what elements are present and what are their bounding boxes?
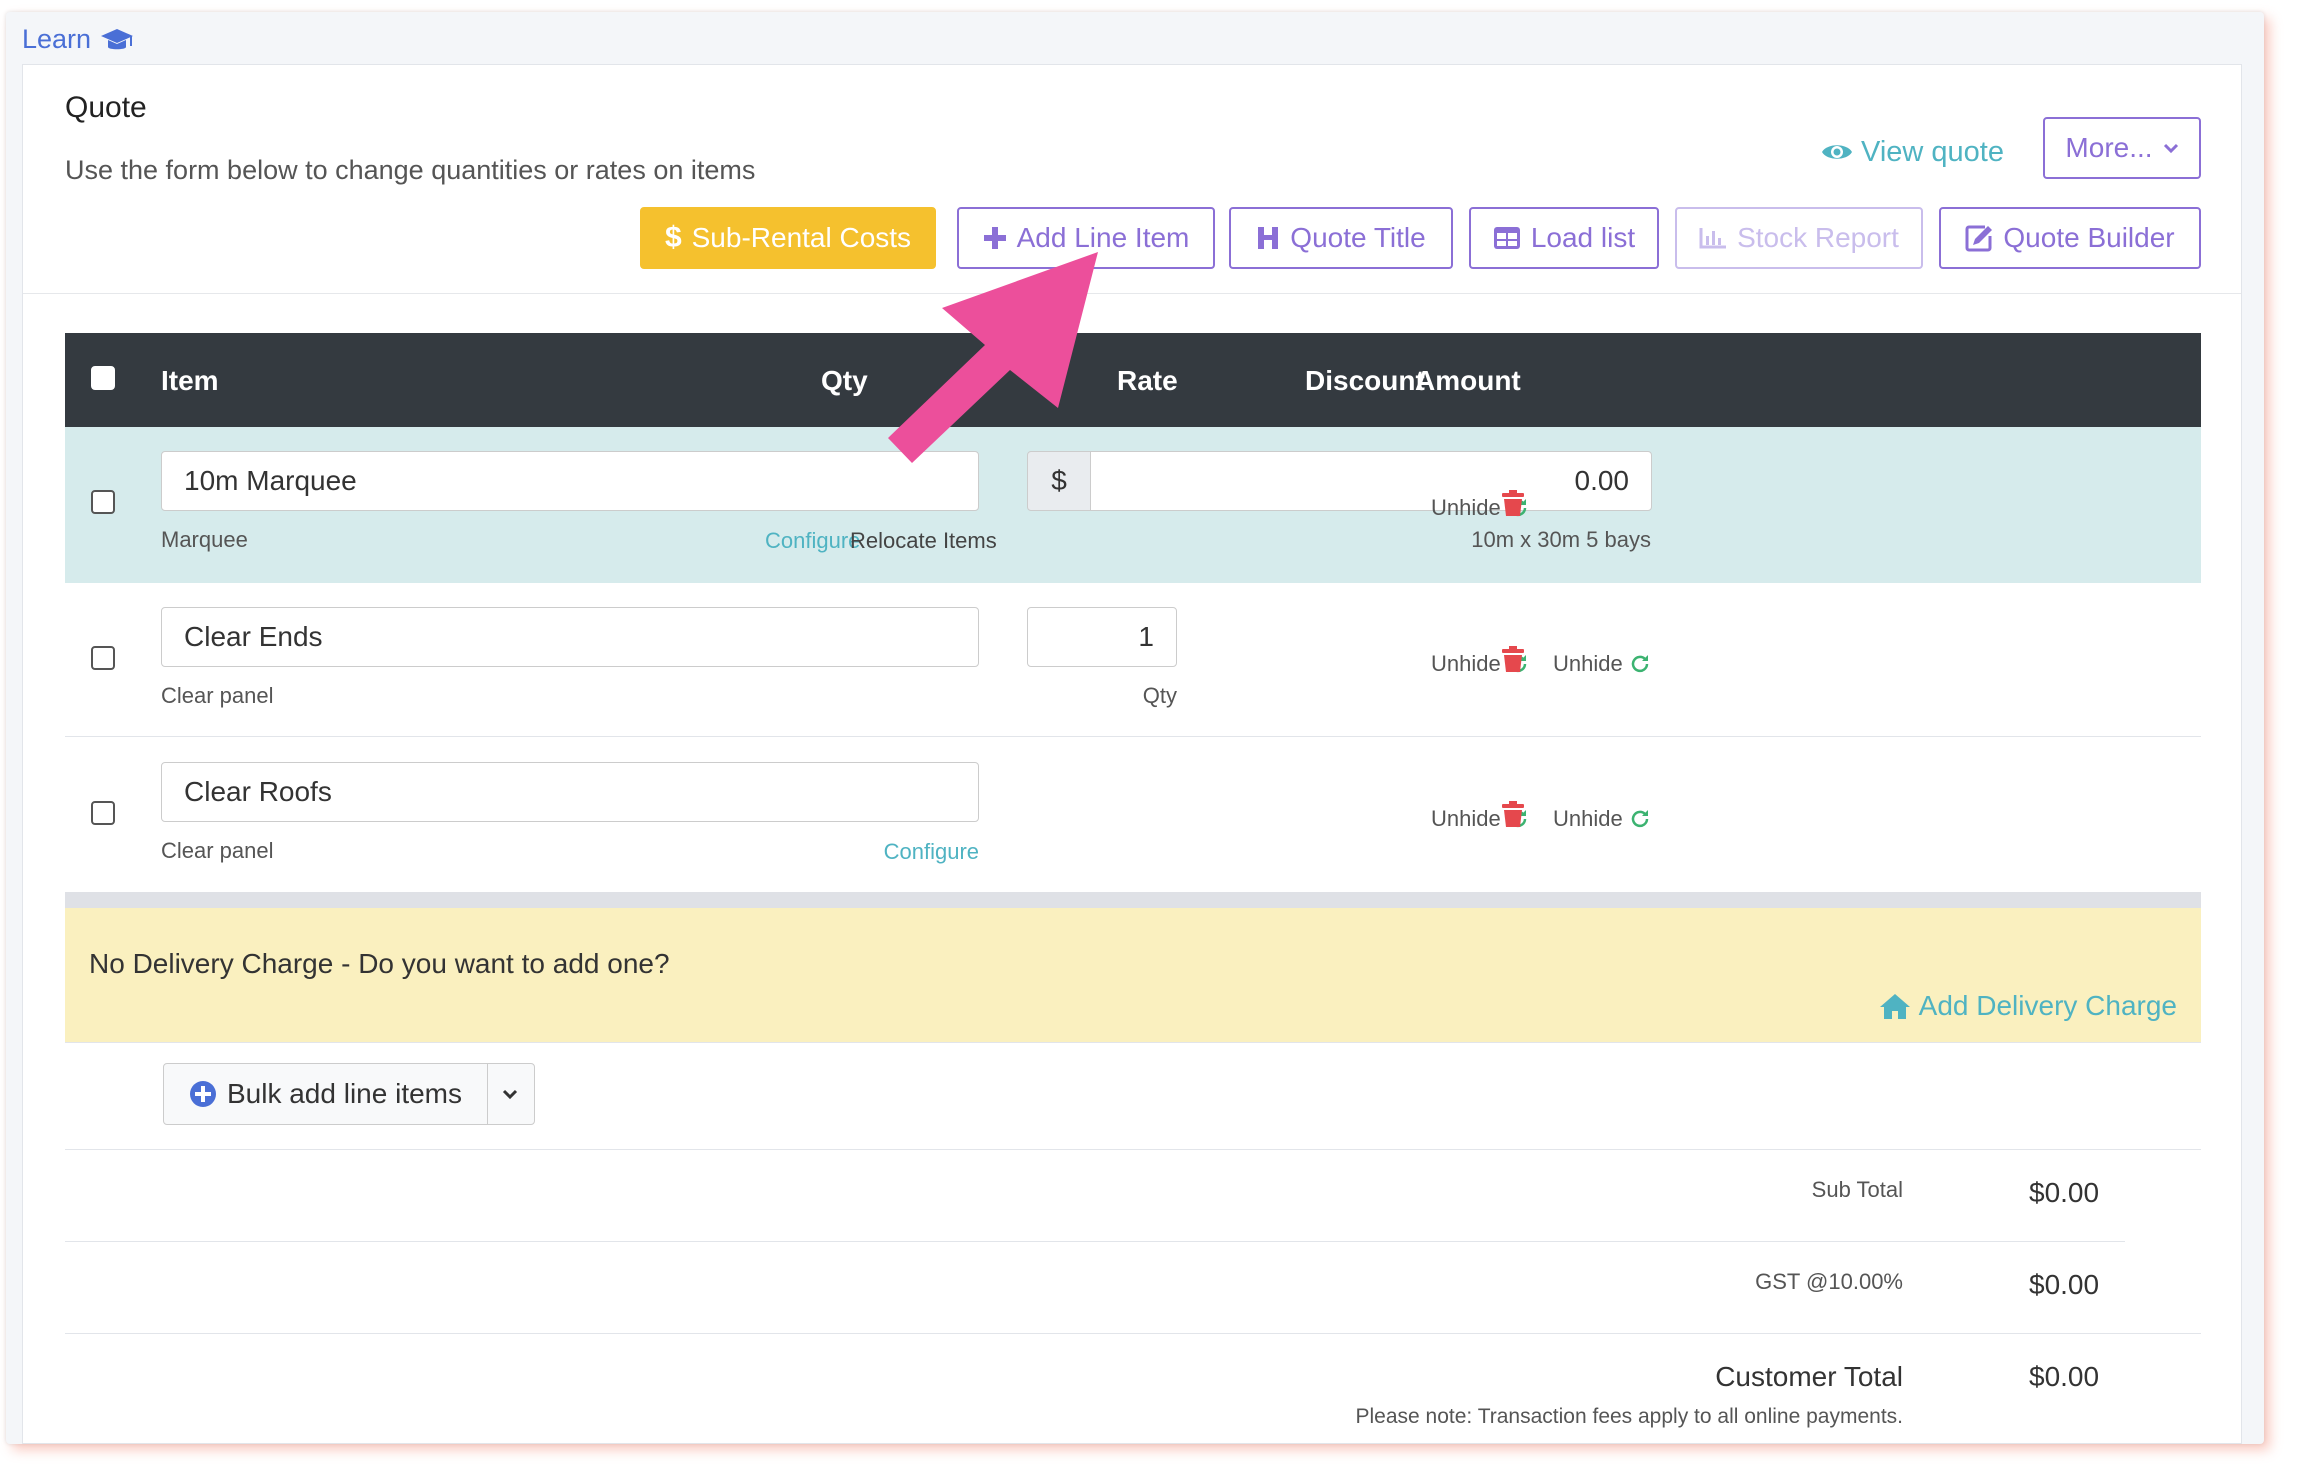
unhide-label: Unhide xyxy=(1431,495,1501,520)
refresh-icon xyxy=(1631,655,1648,673)
section-divider xyxy=(65,892,2201,908)
add-delivery-label: Add Delivery Charge xyxy=(1918,990,2177,1021)
divider xyxy=(65,1042,2201,1043)
eye-icon xyxy=(1822,145,1852,159)
more-label: More... xyxy=(2065,132,2153,163)
page-subtitle: Use the form below to change quantities … xyxy=(65,155,756,185)
row-checkbox[interactable] xyxy=(91,801,115,825)
unhide-label: Unhide xyxy=(1553,806,1623,831)
learn-label: Learn xyxy=(22,24,92,54)
select-all-checkbox[interactable] xyxy=(91,366,115,390)
add-delivery-charge-link[interactable]: Add Delivery Charge xyxy=(1879,990,2177,1022)
quote-builder-button[interactable]: Quote Builder xyxy=(1939,207,2201,269)
column-discount: Discount xyxy=(1305,365,1425,396)
dollar-icon: $ xyxy=(664,221,682,254)
add-line-item-button[interactable]: Add Line Item xyxy=(957,207,1215,269)
column-amount: Amount xyxy=(1415,365,1521,396)
customer-total-label: Customer Total xyxy=(1715,1361,1903,1392)
quote-card: Quote Use the form below to change quant… xyxy=(22,64,2242,1444)
stock-report-label: Stock Report xyxy=(1737,222,1899,253)
quote-title-label: Quote Title xyxy=(1290,222,1426,253)
item-name-input[interactable]: 10m Marquee xyxy=(161,451,979,511)
bulk-add-label: Bulk add line items xyxy=(226,1078,462,1109)
row-checkbox[interactable] xyxy=(91,646,115,670)
sub-total-label: Sub Total xyxy=(1811,1177,1903,1202)
trash-icon[interactable] xyxy=(1501,489,1525,517)
delivery-alert: No Delivery Charge - Do you want to add … xyxy=(65,908,2201,1042)
bulk-add-dropdown-toggle[interactable] xyxy=(486,1064,534,1124)
item-name-input[interactable]: Clear Roofs xyxy=(161,762,979,822)
trash-icon[interactable] xyxy=(1501,645,1525,673)
chevron-down-icon xyxy=(502,1089,518,1100)
bulk-add-button-group: Bulk add line items xyxy=(163,1063,535,1125)
learn-link[interactable]: Learn xyxy=(22,24,135,55)
item-name-input[interactable]: Clear Ends xyxy=(161,607,979,667)
transaction-fee-note: Please note: Transaction fees apply to a… xyxy=(1355,1405,1904,1428)
configure-link[interactable]: Configure xyxy=(879,839,979,865)
load-list-button[interactable]: Load list xyxy=(1469,207,1659,269)
row-checkbox[interactable] xyxy=(91,490,115,514)
plus-circle-icon xyxy=(189,1081,216,1107)
table-row: Clear Roofs Clear panel Configure Unhide… xyxy=(65,738,2201,892)
table-row: Clear Ends Clear panel 1 Qty Unhide Unhi… xyxy=(65,583,2201,737)
gst-value: $0.00 xyxy=(2029,1269,2100,1300)
heading-icon xyxy=(1258,227,1279,249)
divider xyxy=(65,1241,2125,1242)
item-category: Clear panel xyxy=(161,683,274,708)
column-qty: Qty xyxy=(821,365,868,396)
divider xyxy=(23,293,2241,294)
rate-input[interactable]: 0.00 xyxy=(1090,451,1652,511)
chevron-down-icon xyxy=(2163,143,2178,154)
delivery-message: No Delivery Charge - Do you want to add … xyxy=(89,948,670,979)
home-icon xyxy=(1879,994,1910,1019)
unhide-label: Unhide xyxy=(1431,806,1501,831)
rate-unhide-button[interactable]: Unhide xyxy=(1553,651,1651,677)
more-dropdown[interactable]: More... xyxy=(2043,117,2201,179)
column-item: Item xyxy=(161,365,219,396)
qty-input[interactable]: 1 xyxy=(1027,607,1177,667)
configure-link[interactable]: Configure xyxy=(765,528,860,554)
load-list-label: Load list xyxy=(1530,222,1636,253)
plus-icon xyxy=(983,227,1006,249)
divider xyxy=(65,1149,2201,1150)
qty-label: Qty xyxy=(1142,683,1177,708)
quote-builder-label: Quote Builder xyxy=(2003,222,2175,253)
stock-report-button[interactable]: Stock Report xyxy=(1675,207,1923,269)
currency-addon: $ xyxy=(1027,451,1091,511)
page-title: Quote xyxy=(65,91,147,124)
sub-rental-costs-button[interactable]: $ Sub-Rental Costs xyxy=(640,207,936,269)
rate-unhide-button[interactable]: Unhide xyxy=(1553,806,1651,832)
table-icon xyxy=(1493,227,1520,249)
unhide-label: Unhide xyxy=(1553,651,1623,676)
bulk-add-button[interactable]: Bulk add line items xyxy=(164,1064,488,1124)
divider xyxy=(65,1333,2201,1334)
table-header: Item Qty Rate Discount Amount xyxy=(65,333,2201,427)
table-row: 10m Marquee Marquee Configure Relocate I… xyxy=(65,427,2201,583)
edit-icon xyxy=(1965,225,1993,252)
sub-rental-label: Sub-Rental Costs xyxy=(691,222,912,253)
item-category: Clear panel xyxy=(161,838,274,863)
view-quote-link[interactable]: View quote xyxy=(1821,127,2004,177)
refresh-icon xyxy=(1631,810,1648,828)
quote-title-button[interactable]: Quote Title xyxy=(1229,207,1453,269)
sub-total-value: $0.00 xyxy=(2029,1177,2100,1208)
relocate-items-link[interactable]: Relocate Items xyxy=(850,528,997,554)
trash-icon[interactable] xyxy=(1501,800,1525,828)
bar-chart-icon xyxy=(1699,228,1727,249)
add-line-item-label: Add Line Item xyxy=(1016,222,1190,253)
screen: Learn Quote Use the form below to change… xyxy=(0,0,2298,1468)
column-rate: Rate xyxy=(1117,365,1178,396)
customer-total-value: $0.00 xyxy=(2029,1361,2100,1392)
item-category: Marquee xyxy=(161,527,248,552)
rate-note: 10m x 30m 5 bays xyxy=(1471,527,1651,552)
view-quote-label: View quote xyxy=(1861,135,2004,168)
graduation-cap-icon xyxy=(101,28,134,49)
unhide-label: Unhide xyxy=(1431,651,1501,676)
gst-label: GST @10.00% xyxy=(1755,1269,1903,1294)
